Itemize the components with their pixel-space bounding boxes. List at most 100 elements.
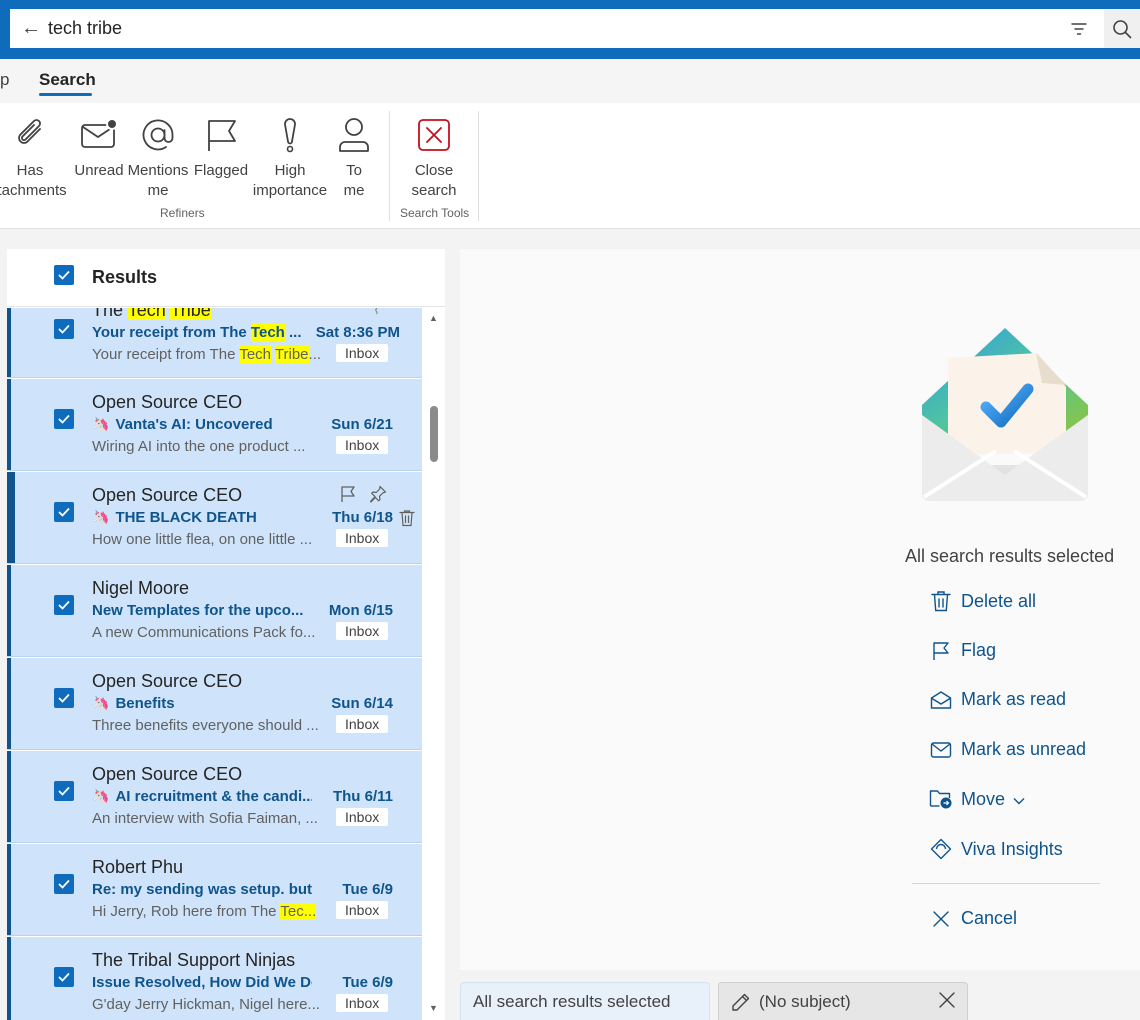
selection-bar [7,751,11,842]
message-row[interactable]: Open Source CEO 🦄 Benefits Sun 6/14 Three… [7,658,422,750]
preview: Your receipt from The Tech Tribe... [92,346,322,363]
sender-name: Robert Phu [92,857,184,877]
flag-icon [201,111,241,159]
search-query[interactable]: tech tribe [48,18,1064,39]
scroll-down-icon[interactable]: ▼ [429,1003,438,1013]
close-tab-icon[interactable] [939,992,955,1013]
selection-bar [7,379,11,470]
row-checkbox[interactable] [54,595,74,615]
scrollbar-thumb[interactable] [430,406,438,462]
mark-as-unread-button[interactable]: Mark as unread [929,739,1086,760]
preview: A new Communications Pack fo... [92,624,316,641]
row-checkbox[interactable] [54,781,74,801]
message-row[interactable]: The Tribal Support Ninjas Issue Resolved… [7,937,422,1020]
paperclip-icon [10,111,50,159]
message-row[interactable]: Open Source CEO 🦄 Vanta's AI: Uncovered S… [7,379,422,471]
selected-status-title: All search results selected [905,546,1115,566]
row-checkbox[interactable] [54,688,74,708]
message-row[interactable]: The Tech Tribe ⌇ Your receipt from The T… [7,308,422,378]
ribbon: Has ttachments Unread Mentions me Flagge… [0,103,1140,229]
selection-bar [7,844,11,935]
row-checkbox[interactable] [54,319,74,339]
person-icon [334,111,374,159]
draft-tab-label: (No subject) [759,991,851,1011]
flag-button[interactable]: Flag [929,640,996,661]
message-row[interactable]: Nigel Moore New Templates for the upco..… [7,565,422,657]
folder-badge: Inbox [336,994,389,1012]
row-checkbox[interactable] [54,967,74,987]
actions-divider [912,883,1100,884]
subject: 🦄 Vanta's AI: Uncovered [92,416,273,433]
high-importance-button[interactable]: High importance [250,111,330,201]
back-arrow-icon[interactable]: ← [14,17,48,40]
results-header: Results [7,249,445,307]
trash-icon [929,590,953,612]
envelope-icon [929,741,953,759]
folder-badge: Inbox [336,901,389,919]
folder-move-icon [929,788,953,810]
folder-badge: Inbox [336,622,389,640]
folder-badge: Inbox [336,808,389,826]
flag-icon[interactable] [339,485,357,508]
flagged-button[interactable]: Flagged [192,111,250,181]
date: Tue 6/9 [342,881,393,898]
mark-as-read-button[interactable]: Mark as read [929,689,1066,710]
search-box[interactable]: ← tech tribe [10,9,1104,48]
ribbon-tabs: p Search [0,59,1140,103]
bottom-tab-selection[interactable]: All search results selected [460,982,710,1020]
exclamation-icon [270,111,310,159]
tab-partial[interactable]: p [0,70,9,90]
cancel-button[interactable]: Cancel [929,908,1017,929]
top-search-bar: ← tech tribe [0,0,1140,59]
move-button[interactable]: Move [929,788,1025,810]
open-envelope-icon [929,690,953,710]
preview: How one little flea, on one little ... [92,531,313,548]
selection-bar [7,308,11,377]
search-tools-group-label: Search Tools [400,206,470,220]
bottom-tab-draft[interactable]: (No subject) [718,982,968,1020]
to-me-button[interactable]: To me [334,111,374,201]
date: Sun 6/21 [331,416,393,433]
selection-bar [7,658,11,749]
date: Thu 6/18 [332,509,393,526]
folder-badge: Inbox [336,436,389,454]
row-checkbox[interactable] [54,502,74,522]
unicorn-icon: 🦄 [92,416,110,432]
message-list: Results The Tech Tribe ⌇ Your receipt fr… [7,249,445,1020]
tab-search[interactable]: Search [39,70,96,90]
preview: An interview with Sofia Faiman, ... [92,810,318,827]
preview: Wiring AI into the one product ... [92,438,306,455]
select-all-checkbox[interactable] [54,265,74,285]
scroll-up-icon[interactable]: ▲ [429,313,438,323]
message-row[interactable]: Robert Phu Re: my sending was setup. but… [7,844,422,936]
mentions-me-button[interactable]: Mentions me [126,111,190,201]
pin-icon[interactable] [369,485,387,508]
has-attachments-button[interactable]: Has ttachments [0,111,72,201]
delete-icon[interactable] [399,509,415,532]
filter-icon[interactable] [1064,14,1094,44]
unread-button[interactable]: Unread [72,111,126,181]
delete-all-button[interactable]: Delete all [929,590,1036,612]
folder-badge: Inbox [336,715,389,733]
date: Sun 6/14 [331,695,393,712]
envelope-check-illustration [918,325,1093,507]
preview: G'day Jerry Hickman, Nigel here... [92,996,320,1013]
date: Tue 6/9 [342,974,393,991]
row-checkbox[interactable] [54,874,74,894]
close-icon [929,910,953,928]
row-checkbox[interactable] [54,409,74,429]
search-icon[interactable] [1104,9,1140,48]
sender-name: Open Source CEO [92,764,243,784]
viva-insights-icon [929,838,953,860]
message-row[interactable]: Open Source CEO 🦄 AI recruitment & the ca… [7,751,422,843]
message-rows: The Tech Tribe ⌇ Your receipt from The T… [7,308,422,1020]
selection-bar [7,937,11,1020]
viva-insights-button[interactable]: Viva Insights [929,838,1063,860]
ribbon-divider [478,111,479,221]
subject: 🦄 AI recruitment & the candi... [92,788,312,805]
message-row[interactable]: Open Source CEO 🦄 THE BLACK DEATH Thu 6/1… [7,472,422,564]
sender-name: The Tribal Support Ninjas [92,950,296,970]
close-search-button[interactable]: Close search [404,111,464,201]
results-title: Results [92,267,158,287]
unread-mail-icon [79,111,119,159]
